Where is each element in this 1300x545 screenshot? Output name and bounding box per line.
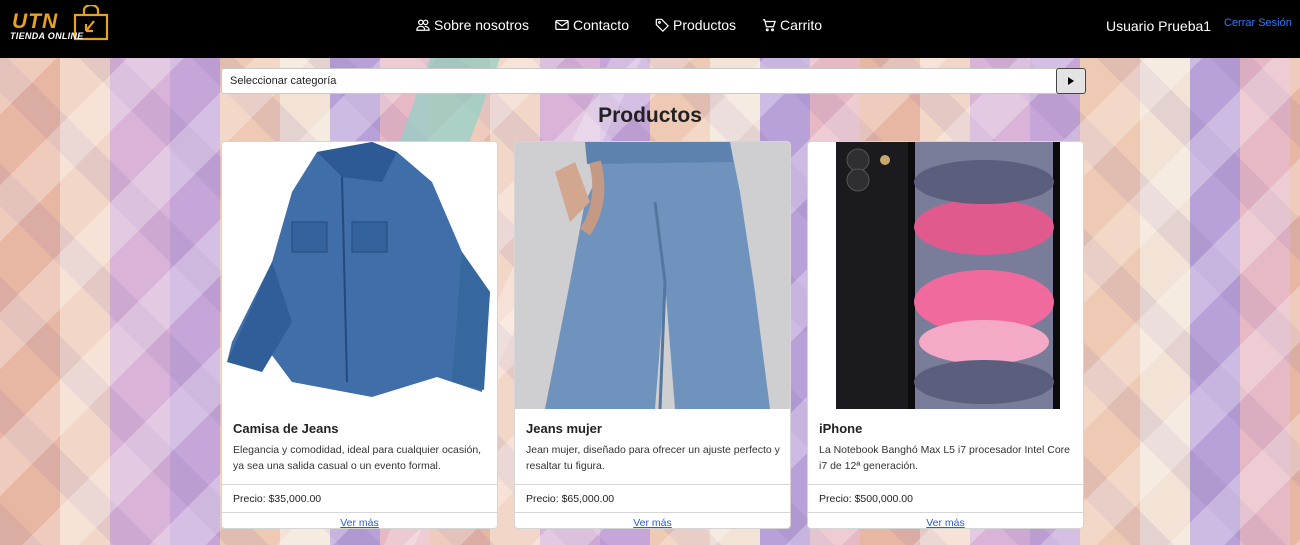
product-more-wrap: Ver más: [222, 512, 497, 528]
product-card: Jeans mujer Jean mujer, diseñado para of…: [514, 141, 791, 529]
play-icon: [1068, 77, 1074, 85]
logo[interactable]: UTN TIENDA ONLINE: [8, 5, 114, 45]
nav-item-carrito[interactable]: Carrito: [762, 17, 822, 33]
product-footer: Precio: $500,000.00: [808, 484, 1083, 512]
iphone-image: [808, 142, 1083, 409]
product-description: La Notebook Banghó Max L5 i7 procesador …: [819, 444, 1070, 472]
denim-shirt-image: [222, 142, 497, 409]
product-name: Camisa de Jeans: [233, 421, 339, 436]
cart-icon: [762, 19, 777, 32]
tag-icon: [655, 18, 669, 32]
nav-label: Sobre nosotros: [434, 17, 529, 33]
product-name: iPhone: [819, 421, 863, 436]
user-name: Usuario Prueba1: [1106, 18, 1212, 34]
logo-subtitle: TIENDA ONLINE: [10, 31, 84, 41]
product-name: Jeans mujer: [526, 421, 602, 436]
users-icon: [416, 19, 430, 31]
product-card: Camisa de Jeans Elegancia y comodidad, i…: [221, 141, 498, 529]
page-title: Productos: [598, 104, 702, 127]
product-footer: Precio: $65,000.00: [515, 484, 790, 512]
product-price: Precio: $65,000.00: [526, 493, 615, 505]
product-more-wrap: Ver más: [808, 512, 1083, 528]
mail-icon: [555, 20, 569, 30]
nav-menu: Sobre nosotros Contacto Productos Carrit…: [416, 17, 822, 33]
product-price: Precio: $500,000.00: [819, 493, 913, 505]
ver-mas-link[interactable]: Ver más: [633, 517, 672, 528]
category-select[interactable]: Seleccionar categoría: [221, 68, 1086, 94]
product-card: iPhone La Notebook Banghó Max L5 i7 proc…: [807, 141, 1084, 529]
product-footer: Precio: $35,000.00: [222, 484, 497, 512]
product-more-wrap: Ver más: [515, 512, 790, 528]
nav-label: Productos: [673, 17, 737, 33]
nav-label: Carrito: [780, 17, 823, 33]
product-price: Precio: $35,000.00: [233, 493, 322, 505]
category-submit-button[interactable]: [1056, 68, 1086, 94]
navbar: UTN TIENDA ONLINE Sobre nosotros Contact…: [0, 0, 1300, 58]
ver-mas-link[interactable]: Ver más: [340, 517, 379, 528]
product-description: Elegancia y comodidad, ideal para cualqu…: [233, 444, 482, 472]
product-description: Jean mujer, diseñado para ofrecer un aju…: [526, 444, 780, 472]
nav-item-sobre-nosotros[interactable]: Sobre nosotros: [416, 17, 529, 33]
nav-item-productos[interactable]: Productos: [655, 17, 736, 33]
nav-label: Contacto: [572, 17, 629, 33]
jeans-image: [515, 142, 790, 409]
logout-link[interactable]: Cerrar Sesión: [1224, 17, 1292, 29]
nav-item-contacto[interactable]: Contacto: [555, 17, 629, 33]
ver-mas-link[interactable]: Ver más: [926, 517, 965, 528]
